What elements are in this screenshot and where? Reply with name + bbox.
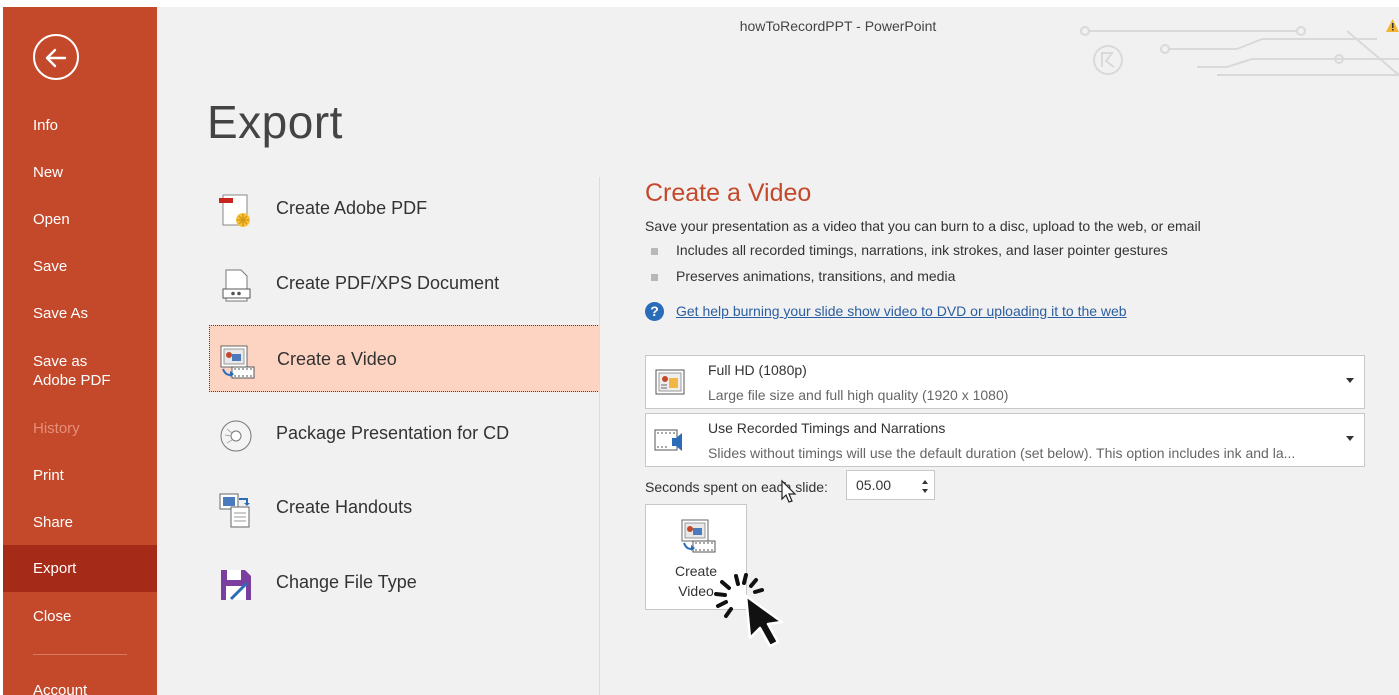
bullet-square [651, 274, 658, 281]
option-label: Create Adobe PDF [276, 198, 428, 218]
adobe-pdf-icon [219, 194, 250, 227]
spin-up-icon[interactable] [922, 480, 928, 484]
seconds-value[interactable]: 05.00 [856, 477, 891, 493]
nav-account[interactable]: Account [3, 681, 157, 695]
help-icon: ? [645, 302, 664, 321]
timings-sublabel: Slides without timings will use the defa… [708, 445, 1296, 461]
option-label: Create Handouts [276, 497, 413, 517]
chevron-down-icon [1346, 436, 1354, 441]
chevron-down-icon [1346, 378, 1354, 383]
nav-save-as-adobe-pdf[interactable]: Save as Adobe PDF [3, 352, 133, 390]
mouse-pointer-icon [781, 479, 797, 503]
option-label: Change File Type [276, 572, 417, 592]
top-strip [0, 0, 1399, 7]
change-file-type-icon [221, 570, 251, 601]
click-cursor-icon [714, 573, 784, 648]
seconds-spinner[interactable]: 05.00 [846, 470, 935, 500]
option-create-video[interactable]: Create a Video [209, 325, 600, 392]
option-create-handouts[interactable]: Create Handouts [209, 474, 600, 541]
option-create-adobe-pdf[interactable]: Create Adobe PDF [209, 175, 600, 242]
bullet-text: Includes all recorded timings, narration… [676, 242, 1168, 258]
quality-sublabel: Large file size and full high quality (1… [708, 387, 1009, 403]
timings-narrations-icon [654, 429, 682, 451]
detail-title: Create a Video [645, 179, 812, 207]
nav-info[interactable]: Info [3, 116, 157, 135]
back-arrow-icon [45, 48, 67, 68]
bullet-square [651, 248, 658, 255]
option-label: Create a Video [277, 349, 397, 369]
handouts-icon [219, 493, 250, 528]
page-title: Export [207, 96, 343, 148]
nav-open[interactable]: Open [3, 210, 157, 229]
option-label: Package Presentation for CD [276, 423, 510, 443]
video-icon [681, 519, 716, 553]
nav-export[interactable]: Export [3, 545, 157, 592]
nav-save[interactable]: Save [3, 257, 157, 276]
option-change-file-type[interactable]: Change File Type [209, 549, 600, 616]
seconds-label: Seconds spent on each slide: [645, 479, 828, 495]
nav-new[interactable]: New [3, 163, 157, 182]
nav-close[interactable]: Close [3, 607, 157, 626]
nav-print[interactable]: Print [3, 466, 157, 485]
quality-dropdown[interactable]: Full HD (1080p) Large file size and full… [645, 355, 1365, 409]
video-icon [220, 345, 255, 379]
backstage-sidebar: Info New Open Save Save As Save as Adobe… [3, 7, 157, 695]
cd-icon [220, 420, 252, 452]
nav-save-as[interactable]: Save As [3, 304, 157, 323]
timings-dropdown[interactable]: Use Recorded Timings and Narrations Slid… [645, 413, 1365, 467]
warning-icon[interactable] [1386, 18, 1399, 34]
main-panel: howToRecordPPT - PowerPoint Export Creat… [157, 7, 1399, 695]
pdf-xps-icon [222, 269, 251, 302]
spin-down-icon[interactable] [922, 489, 928, 493]
detail-description: Save your presentation as a video that y… [645, 218, 1201, 234]
timings-label: Use Recorded Timings and Narrations [708, 420, 946, 436]
nav-history: History [33, 420, 80, 437]
bullet-text: Preserves animations, transitions, and m… [676, 268, 956, 284]
back-button[interactable] [33, 34, 79, 80]
presentation-quality-icon [655, 369, 685, 395]
option-create-pdf-xps[interactable]: Create PDF/XPS Document [209, 250, 600, 317]
option-package-cd[interactable]: Package Presentation for CD [209, 400, 600, 467]
option-label: Create PDF/XPS Document [276, 273, 500, 293]
panel-divider [599, 177, 600, 695]
circuit-decoration-icon [1080, 26, 1399, 76]
nav-divider [33, 654, 127, 655]
quality-label: Full HD (1080p) [708, 362, 807, 378]
help-link[interactable]: Get help burning your slide show video t… [676, 303, 1127, 319]
nav-share[interactable]: Share [3, 513, 157, 532]
